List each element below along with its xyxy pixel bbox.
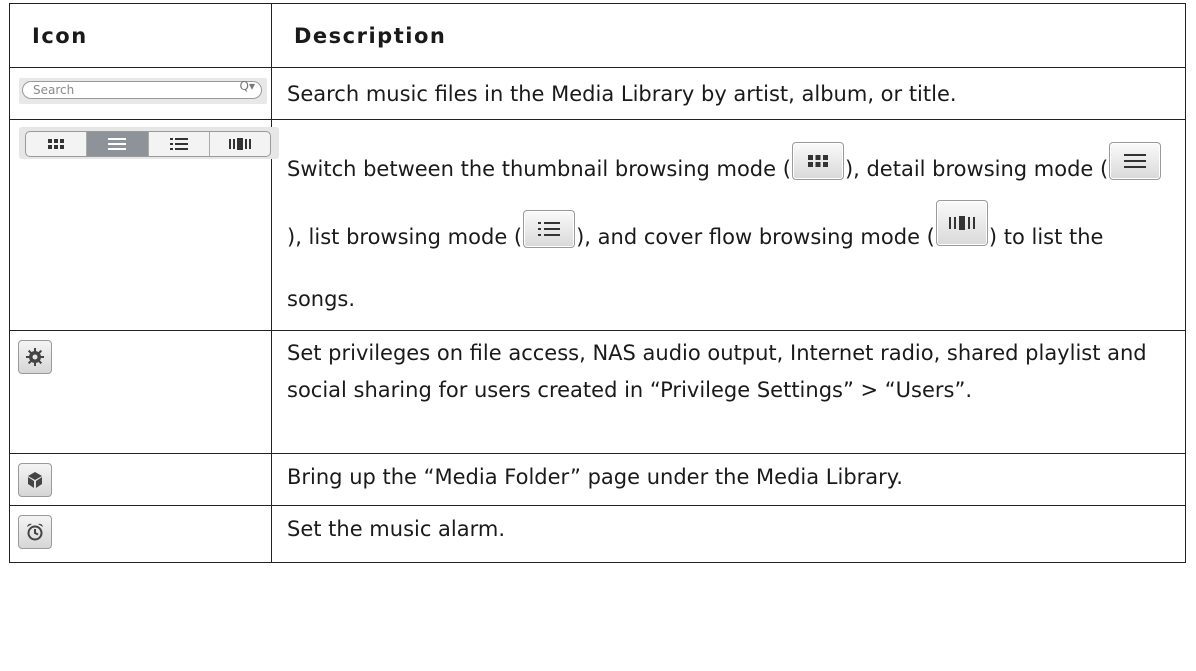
table-row: Set privileges on file access, NAS audio…: [9, 330, 1186, 454]
cover-flow-mode-button-icon: [935, 200, 988, 246]
row-description: Bring up the “Media Folder” page under t…: [271, 453, 1186, 506]
view-mode-switch-icon: [19, 127, 279, 159]
thumbnail-mode-button-icon: [791, 142, 844, 180]
row-description: Switch between the thumbnail browsing mo…: [271, 119, 1186, 331]
header-description: Description: [271, 3, 1186, 68]
detail-mode-button-icon: [1109, 142, 1162, 180]
icon-description-table: Icon Description Search Q▾ Search music …: [9, 3, 1186, 563]
row-description: Set the music alarm.: [271, 505, 1186, 563]
table-row: Set the music alarm.: [9, 505, 1186, 563]
cover-flow-mode-icon: [210, 132, 270, 156]
header-icon: Icon: [9, 3, 272, 68]
row-description: Search music files in the Media Library …: [271, 67, 1186, 120]
gear-icon: [18, 340, 52, 374]
table-row: Bring up the “Media Folder” page under t…: [9, 453, 1186, 506]
alarm-clock-icon: [18, 515, 52, 549]
list-mode-button-icon: [523, 210, 576, 248]
table-header-row: Icon Description: [9, 3, 1186, 68]
table-row: Search Q▾ Search music files in the Medi…: [9, 67, 1186, 120]
list-mode-icon: [149, 132, 210, 156]
detail-mode-icon: [87, 132, 149, 156]
row-description: Set privileges on file access, NAS audio…: [271, 330, 1186, 454]
table-row: Switch between the thumbnail browsing mo…: [9, 119, 1186, 331]
cube-icon: [18, 463, 52, 497]
magnifier-dropdown-icon: Q▾: [239, 79, 255, 93]
thumbnail-mode-icon: [26, 132, 88, 156]
search-placeholder: Search: [22, 81, 262, 99]
search-field-icon: Search Q▾: [19, 78, 267, 104]
